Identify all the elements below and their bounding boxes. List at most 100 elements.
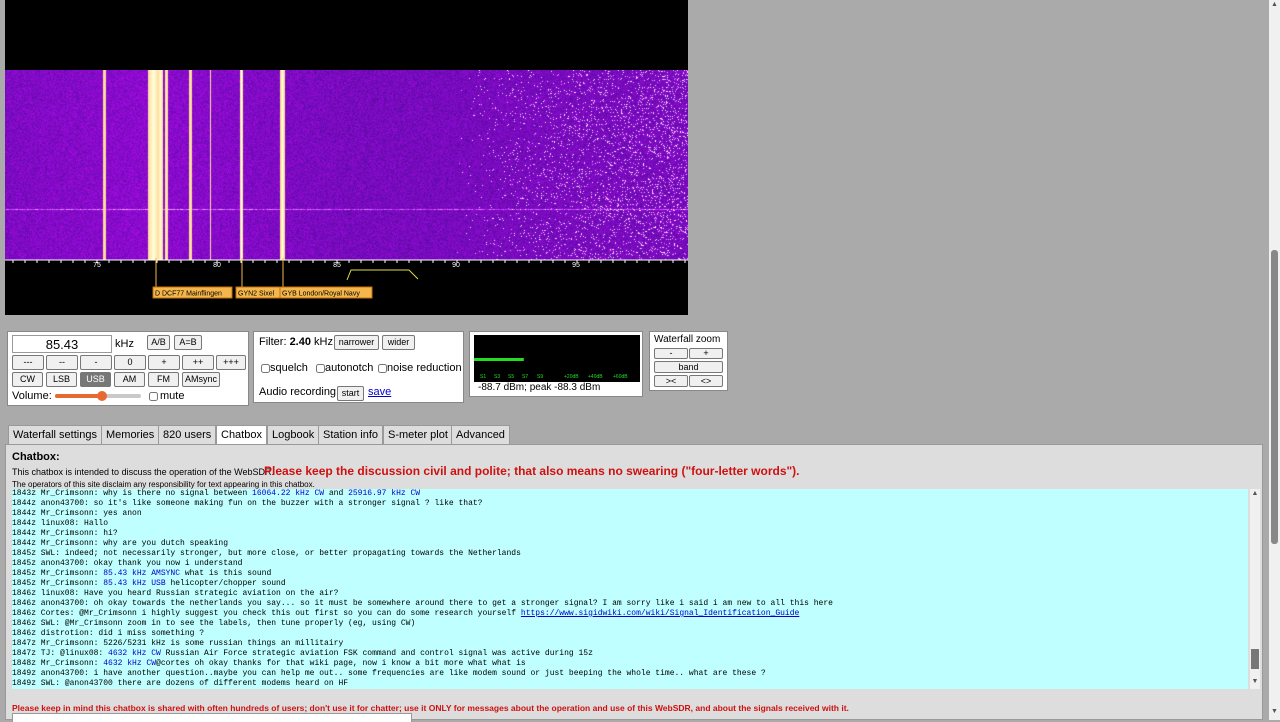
zoom-expand-button[interactable]: <> [689, 375, 723, 387]
page-scrollbar[interactable]: ▲ ▼ [1269, 0, 1280, 720]
page-scroll-up-icon[interactable]: ▲ [1270, 1, 1279, 8]
volume-slider-thumb[interactable] [97, 391, 108, 401]
frequency-scale[interactable]: 75 80 85 90 95 D DCF77 Mainflingen GYN2 … [5, 258, 688, 315]
chat-frequency-link[interactable]: 85.43 kHz AMSYNC [103, 569, 180, 578]
mode-usb-button[interactable]: USB [80, 372, 111, 387]
chat-scroll-down-icon[interactable]: ▼ [1251, 678, 1259, 685]
smeter-display: S1 S3 S5 S7 S9 +20dB +40dB +60dB [474, 335, 640, 382]
chatbox-panel: Chatbox: This chatbox is intended to dis… [5, 444, 1263, 722]
chat-message: 1845z SWL: indeed; not necessarily stron… [12, 549, 521, 558]
noise-reduction-control[interactable]: noise reduction [378, 362, 462, 374]
squelch-checkbox[interactable] [261, 363, 270, 373]
chat-message: 1846z SWL: @Mr_Crimsonn zoom in to see t… [12, 619, 416, 628]
tab-station-info[interactable]: Station info [318, 425, 384, 444]
scale-label-80: 80 [213, 262, 221, 269]
step-button-minus1[interactable]: - [80, 355, 112, 370]
chat-frequency-link[interactable]: 25916.97 kHz CW [348, 489, 420, 498]
tab-smeter-plot[interactable]: S-meter plot [383, 425, 453, 444]
smeter-scale-label: S1 [480, 374, 486, 380]
a-equals-b-button[interactable]: A=B [174, 335, 202, 350]
mode-am-button[interactable]: AM [114, 372, 145, 387]
passband-indicator[interactable] [346, 269, 419, 281]
chat-scroll-up-icon[interactable]: ▲ [1251, 490, 1259, 497]
smeter-scale-label: S7 [522, 374, 528, 380]
mode-cw-button[interactable]: CW [12, 372, 43, 387]
step-button-zero[interactable]: 0 [114, 355, 146, 370]
chat-frequency-link[interactable]: 4632 kHz CW [103, 659, 156, 668]
page-scroll-down-icon[interactable]: ▼ [1270, 708, 1279, 715]
step-button-plus1[interactable]: + [148, 355, 180, 370]
waterfall-canvas[interactable] [5, 70, 688, 260]
page-scroll-thumb[interactable] [1271, 250, 1278, 544]
chat-scroll-thumb[interactable] [1251, 649, 1259, 669]
chat-message: 1844z Mr_Crimsonn: why are you dutch spe… [12, 539, 229, 548]
chat-log[interactable]: 1843z Mr_Crimsonn: why is there no signa… [12, 489, 1248, 689]
tab-chatbox[interactable]: Chatbox [216, 425, 267, 444]
station-label-gyb[interactable]: GYB London/Royal Navy [279, 286, 373, 299]
smeter-scale-label: S5 [508, 374, 514, 380]
chat-message: 1844z anon43700: so it's like someone ma… [12, 499, 483, 508]
chat-message: 1845z Mr_Crimsonn: 85.43 kHz USB helicop… [12, 579, 286, 588]
station-label-gyn2[interactable]: GYN2 Sixel [235, 286, 281, 299]
chatbox-footer: Please keep in mind this chatbox is shar… [12, 703, 849, 713]
tab-advanced[interactable]: Advanced [451, 425, 510, 444]
waterfall-display[interactable]: 75 80 85 90 95 D DCF77 Mainflingen GYN2 … [5, 0, 688, 315]
ab-button[interactable]: A/B [147, 335, 170, 350]
zoom-out-button[interactable]: - [654, 348, 688, 359]
tab-memories[interactable]: Memories [101, 425, 160, 444]
recording-save-link[interactable]: save [368, 386, 391, 398]
tab-logbook[interactable]: Logbook [267, 425, 320, 444]
smeter-scale-label: +60dB [613, 374, 628, 380]
chat-link[interactable]: https://www.sigidwiki.com/wiki/Signal_Id… [521, 609, 799, 618]
smeter-scale-label: S3 [494, 374, 500, 380]
chat-message: 1846z linux08: Have you heard Russian st… [12, 589, 339, 598]
chat-message: 1849z anon43700: i have another question… [12, 669, 766, 678]
station-label-dcf77[interactable]: D DCF77 Mainflingen [152, 286, 233, 299]
chat-frequency-link[interactable]: 16064.22 kHz CW [252, 489, 324, 498]
volume-slider[interactable] [55, 391, 141, 401]
tab-users[interactable]: 820 users [158, 425, 217, 444]
narrower-button[interactable]: narrower [334, 335, 379, 350]
autonotch-control[interactable]: autonotch [316, 362, 373, 374]
chatbox-title: Chatbox: [12, 451, 60, 463]
chat-frequency-link[interactable]: 4632 kHz CW [108, 649, 161, 658]
wider-button[interactable]: wider [382, 335, 415, 350]
chat-message: 1844z Mr_Crimsonn: yes anon [12, 509, 142, 518]
chat-message: 1849z SWL: @anon43700 there are dozens o… [12, 679, 349, 688]
scale-label-75: 75 [93, 262, 101, 269]
chat-frequency-link[interactable]: 85.43 kHz USB [103, 579, 165, 588]
squelch-control[interactable]: squelch [261, 362, 308, 374]
mute-checkbox[interactable] [149, 391, 158, 401]
tuning-panel: kHz A/B A=B --- -- - 0 + ++ +++ CW LSB U… [7, 331, 249, 406]
step-button-minus2[interactable]: -- [46, 355, 78, 370]
chat-message-input[interactable] [12, 713, 412, 722]
filter-label: Filter: [259, 336, 287, 348]
chat-scrollbar[interactable]: ▲ ▼ [1250, 489, 1260, 689]
zoom-band-button[interactable]: band [654, 361, 723, 373]
chat-message: 1846z distrotion: did i miss something ? [12, 629, 205, 638]
chat-message: 1848z Mr_Crimsonn: 4632 kHz CW@cortes oh… [12, 659, 526, 668]
chatbox-intro: This chatbox is intended to discuss the … [12, 467, 274, 477]
zoom-shrink-button[interactable]: >< [654, 375, 688, 387]
tab-waterfall-settings[interactable]: Waterfall settings [8, 425, 102, 444]
autonotch-checkbox[interactable] [316, 363, 325, 373]
step-button-minus3[interactable]: --- [12, 355, 44, 370]
recording-start-button[interactable]: start [337, 386, 364, 401]
chat-message: 1847z TJ: @linux08: 4632 kHz CW Russian … [12, 649, 593, 658]
mute-control[interactable]: mute [149, 390, 184, 402]
noise-reduction-checkbox[interactable] [378, 363, 387, 373]
chat-message: 1845z anon43700: okay thank you now i un… [12, 559, 243, 568]
frequency-input[interactable] [12, 335, 112, 353]
mode-amsync-button[interactable]: AMsync [182, 372, 220, 387]
step-button-plus3[interactable]: +++ [216, 355, 246, 370]
mute-label: mute [160, 390, 185, 402]
chat-message: 1844z Mr_Crimsonn: hi? [12, 529, 118, 538]
zoom-in-button[interactable]: + [689, 348, 723, 359]
chatbox-disclaimer: The operators of this site disclaim any … [12, 480, 315, 489]
frequency-unit: kHz [115, 338, 134, 350]
svg-text:GYN2 Sixel: GYN2 Sixel [238, 291, 275, 298]
chat-message: 1843z Mr_Crimsonn: why is there no signa… [12, 489, 421, 498]
step-button-plus2[interactable]: ++ [182, 355, 214, 370]
mode-fm-button[interactable]: FM [148, 372, 179, 387]
mode-lsb-button[interactable]: LSB [46, 372, 77, 387]
